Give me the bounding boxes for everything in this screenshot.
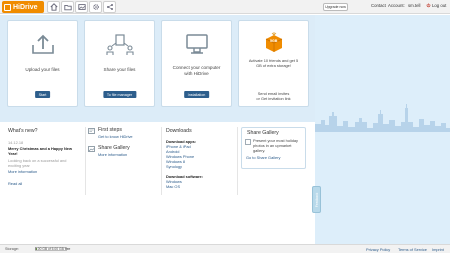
top-bar: HiDrive Upgrade now Contact Account: sm.… bbox=[0, 0, 450, 14]
share-gallery-small-heading: Share Gallery bbox=[98, 145, 130, 151]
invite-text-line2: GB of extra storage! bbox=[256, 63, 291, 68]
hidrive-logo[interactable]: HiDrive bbox=[2, 1, 44, 13]
go-to-share-gallery-link[interactable]: Go to Share Gallery bbox=[246, 155, 280, 160]
computer-icon bbox=[185, 34, 208, 54]
upload-card-title: Upload your files bbox=[25, 67, 60, 72]
news-body-line2: exciting year bbox=[8, 163, 30, 168]
hidrive-logo-icon bbox=[4, 3, 11, 11]
share-files-icon bbox=[105, 34, 134, 55]
connect-computer-card: Connect your computer with HiDrive Insta… bbox=[161, 20, 232, 107]
footer: Storage: 5.00 GB of 5.00 GB free Privacy… bbox=[0, 244, 450, 253]
home-icon bbox=[49, 3, 58, 11]
downloads-heading: Downloads bbox=[166, 128, 192, 134]
storage-label: Storage: bbox=[5, 247, 19, 251]
invitation-link[interactable]: or Get invitation link bbox=[239, 96, 308, 102]
download-app-synology[interactable]: Synology bbox=[166, 164, 182, 169]
news-more-link[interactable]: More information bbox=[8, 169, 37, 174]
installation-button[interactable]: Installation bbox=[183, 91, 210, 98]
settings-button[interactable] bbox=[89, 1, 102, 13]
share-icon bbox=[106, 4, 113, 10]
app-name: HiDrive bbox=[13, 3, 38, 11]
city-skyline-illustration bbox=[315, 104, 450, 132]
feedback-label: Feedback bbox=[314, 192, 319, 207]
gear-icon bbox=[92, 4, 99, 10]
skyline-panel bbox=[315, 15, 450, 244]
photo-icon bbox=[245, 139, 251, 145]
gallery-icon bbox=[77, 4, 86, 10]
upload-icon bbox=[31, 34, 54, 54]
feedback-tab[interactable]: Feedback bbox=[312, 186, 321, 213]
account-label: Account: bbox=[388, 3, 405, 8]
files-button[interactable] bbox=[61, 1, 74, 13]
whats-new-heading: What's new? bbox=[8, 128, 38, 134]
news-title-line2[interactable]: Year! bbox=[8, 151, 18, 156]
share-gallery-more-link[interactable]: More information bbox=[98, 152, 127, 157]
logout-label: Log out bbox=[432, 3, 447, 8]
connect-card-title-line1: Connect your computer bbox=[172, 65, 221, 70]
share-card-title: Share your files bbox=[103, 67, 136, 72]
share-gallery-card-heading: Share Gallery bbox=[247, 130, 279, 136]
account-name[interactable]: sm.tell bbox=[408, 3, 420, 8]
news-title-line1[interactable]: Merry Christmas and a Happy New bbox=[8, 146, 72, 151]
share-gallery-icon bbox=[88, 146, 95, 152]
column-divider bbox=[237, 127, 238, 195]
first-steps-icon bbox=[88, 128, 95, 134]
logout-link[interactable]: Log out bbox=[426, 3, 446, 8]
upgrade-button[interactable]: Upgrade now bbox=[323, 3, 348, 11]
folder-icon bbox=[63, 4, 72, 11]
power-icon bbox=[426, 3, 431, 8]
privacy-policy-link[interactable]: Privacy Policy bbox=[366, 247, 390, 252]
contact-link[interactable]: Contact bbox=[371, 3, 386, 8]
read-all-link[interactable]: Read all bbox=[8, 181, 22, 186]
connect-card-title-line2: with HiDrive bbox=[184, 71, 209, 76]
upload-card: Upload your files Start bbox=[7, 20, 78, 107]
download-software-macos[interactable]: Mac OS bbox=[166, 184, 180, 189]
share-gallery-text-line3: gallery. bbox=[253, 148, 266, 153]
column-divider bbox=[85, 127, 86, 195]
start-button[interactable]: Start bbox=[34, 91, 51, 98]
get-to-know-link[interactable]: Get to know HiDrive bbox=[98, 134, 133, 139]
column-divider bbox=[161, 127, 162, 195]
terms-of-service-link[interactable]: Terms of Service bbox=[398, 247, 427, 252]
file-manager-button[interactable]: To file manager bbox=[102, 91, 137, 98]
storage-text: 5.00 GB of 5.00 GB free bbox=[35, 247, 71, 251]
invite-friends-card: 5GB Activate 10 friends and get 5 GB of … bbox=[238, 20, 309, 107]
gallery-button[interactable] bbox=[75, 1, 88, 13]
share-gallery-card: Share Gallery Present your most holiday … bbox=[241, 127, 306, 169]
share-button[interactable] bbox=[103, 1, 116, 13]
news-date: 14.12.18 bbox=[8, 140, 24, 145]
imprint-link[interactable]: Imprint bbox=[432, 247, 444, 252]
share-files-card: Share your files To file manager bbox=[84, 20, 155, 107]
home-button[interactable] bbox=[47, 1, 60, 13]
gift-badge: 5GB bbox=[270, 39, 278, 43]
first-steps-heading: First steps bbox=[98, 127, 122, 133]
